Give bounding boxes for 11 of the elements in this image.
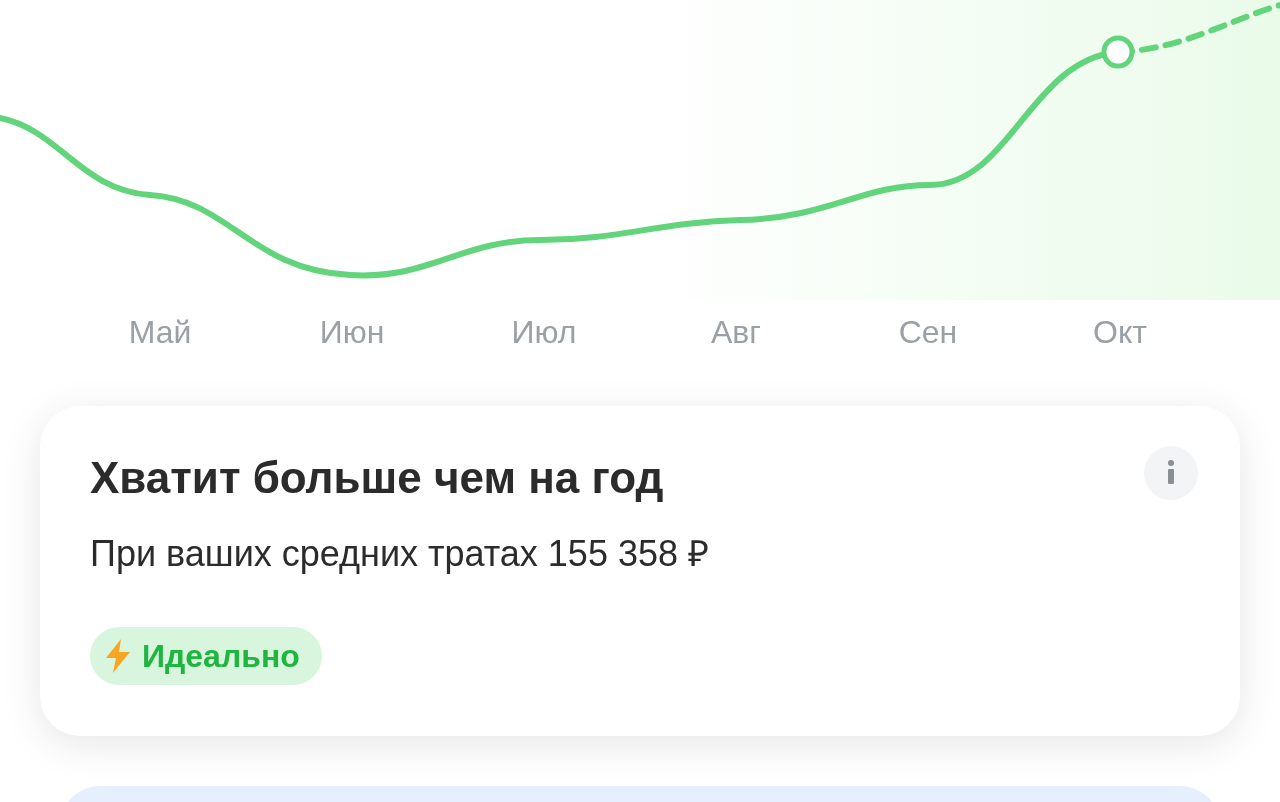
status-badge: Идеально bbox=[90, 627, 322, 685]
lightning-icon bbox=[104, 639, 132, 673]
month-label: Июн bbox=[319, 313, 385, 352]
month-label: Июл bbox=[511, 313, 577, 352]
card-title: Хватит больше чем на год bbox=[90, 452, 664, 504]
card-subtitle: При ваших средних тратах 155 358 ₽ bbox=[90, 532, 710, 576]
month-label: Окт bbox=[1093, 313, 1147, 352]
current-point-marker bbox=[1101, 35, 1135, 69]
month-label: Сен bbox=[898, 313, 958, 352]
month-label: Май bbox=[128, 313, 192, 352]
month-label: Авг bbox=[711, 313, 761, 352]
